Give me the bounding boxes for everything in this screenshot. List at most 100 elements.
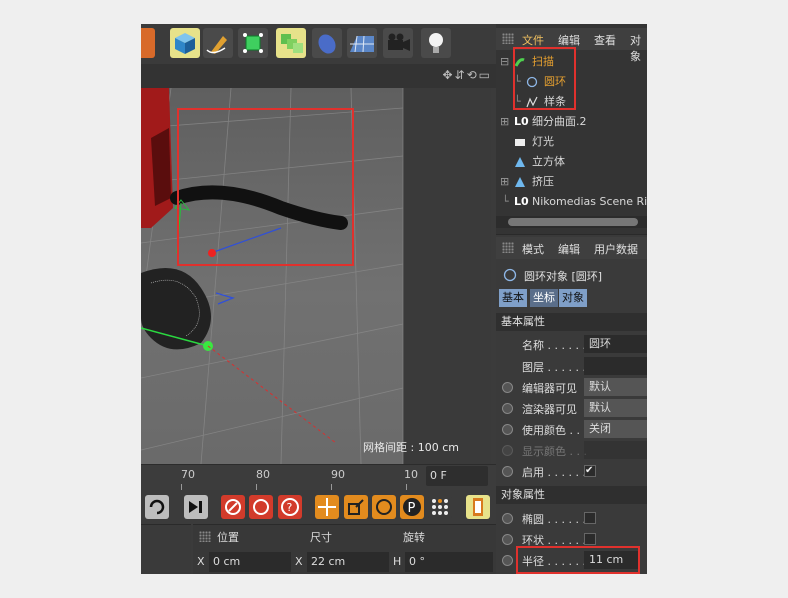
tab-coord[interactable]: 坐标: [530, 289, 558, 307]
cube-icon[interactable]: [170, 28, 200, 58]
parameter-key-icon[interactable]: P: [400, 495, 424, 519]
tree-line-icon: └: [514, 95, 521, 108]
enable-checkbox[interactable]: ✔: [584, 465, 596, 477]
menu-edit[interactable]: 编辑: [558, 241, 580, 257]
expand-icon[interactable]: ⊞: [500, 112, 509, 132]
prop-label: 渲染器可见: [522, 403, 577, 416]
object-row-sweep[interactable]: ⊟ 扫描: [496, 52, 647, 72]
object-label: 样条: [544, 95, 566, 108]
animate-radio[interactable]: [502, 382, 513, 393]
floor-icon[interactable]: [347, 28, 377, 58]
prop-label: 椭圆 . . . . . . .: [522, 513, 593, 526]
tab-basic[interactable]: 基本: [499, 289, 527, 307]
radius-field[interactable]: 11 cm: [584, 551, 639, 569]
viewport-nav-icons[interactable]: ✥⇵⟲▭: [442, 68, 492, 82]
object-label: 扫描: [532, 55, 554, 68]
animate-radio[interactable]: [502, 534, 513, 545]
subdivision-surface-icon[interactable]: [238, 28, 268, 58]
pen-spline-icon[interactable]: [203, 28, 233, 58]
light-icon[interactable]: [421, 28, 451, 58]
main-toolbar: [141, 24, 496, 64]
editor-visible-dropdown[interactable]: 默认: [584, 378, 647, 396]
prop-label: 启用 . . . . . . .: [522, 466, 593, 479]
pla-key-icon[interactable]: [428, 495, 452, 519]
section-object-properties: 对象属性: [496, 486, 647, 504]
object-row-extrude[interactable]: ⊞ 挤压: [496, 172, 647, 192]
animate-radio[interactable]: [502, 513, 513, 524]
array-icon[interactable]: [276, 28, 306, 58]
position-header: 位置: [217, 531, 239, 544]
grip-icon: [502, 33, 514, 44]
ellipse-checkbox[interactable]: [584, 512, 596, 524]
move-key-icon[interactable]: [315, 495, 339, 519]
rotation-h-field[interactable]: 0 °: [405, 552, 493, 572]
animate-radio[interactable]: [502, 466, 513, 477]
attribute-manager-menu: 模式 编辑 用户数据: [496, 237, 647, 259]
animate-radio[interactable]: [502, 555, 513, 566]
tree-line-icon: └: [514, 75, 521, 88]
null-object-icon: L0: [514, 195, 529, 208]
tick-label: 90: [331, 468, 345, 481]
expand-icon[interactable]: ⊞: [500, 172, 509, 192]
render-settings-icon[interactable]: [141, 28, 155, 58]
grip-icon: [199, 531, 211, 542]
object-manager-scrollbar[interactable]: [496, 216, 647, 228]
prop-label: 图层 . . . . . . .: [522, 361, 593, 374]
render-visible-dropdown[interactable]: 默认: [584, 399, 647, 417]
position-x-field[interactable]: 0 cm: [209, 552, 291, 572]
autokey-icon[interactable]: [249, 495, 273, 519]
collapse-icon[interactable]: ⊟: [500, 52, 509, 72]
menu-mode[interactable]: 模式: [522, 241, 544, 257]
scroll-thumb[interactable]: [508, 218, 638, 226]
object-label: 圆环: [544, 75, 566, 88]
record-icon[interactable]: [221, 495, 245, 519]
prop-ring: 环状 . . . . . . .: [496, 529, 647, 550]
scale-key-icon[interactable]: [344, 495, 368, 519]
size-header: 尺寸: [310, 531, 332, 544]
light-object-icon: [515, 139, 525, 146]
prop-use-color: 使用颜色 . . . 关闭: [496, 419, 647, 440]
menu-edit[interactable]: 编辑: [558, 32, 580, 48]
object-row-scene-rig[interactable]: └ L0 Nikomedias Scene Rig: [496, 192, 647, 212]
section-basic-properties: 基本属性: [496, 313, 647, 331]
rotate-key-icon[interactable]: [372, 495, 396, 519]
object-label: 灯光: [532, 135, 554, 148]
keyframe-help-icon[interactable]: ?: [278, 495, 302, 519]
animate-radio[interactable]: [502, 424, 513, 435]
menu-file[interactable]: 文件: [522, 32, 544, 48]
ring-checkbox[interactable]: [584, 533, 596, 545]
loop-icon[interactable]: [145, 495, 169, 519]
object-row-spline[interactable]: └ 样条: [496, 92, 647, 112]
size-x-field[interactable]: 22 cm: [307, 552, 389, 572]
attribute-title: 圆环对象 [圆环]: [524, 270, 603, 283]
object-row-cube[interactable]: 立方体: [496, 152, 647, 172]
timeline-window-icon[interactable]: [466, 495, 490, 519]
grid-spacing-label: 网格间距 : 100 cm: [363, 441, 459, 454]
viewport-header: ✥⇵⟲▭: [141, 64, 496, 88]
goto-end-icon[interactable]: [184, 495, 208, 519]
scene-render: [141, 88, 491, 464]
cube-object-icon: [515, 157, 525, 167]
object-row-subdivision[interactable]: ⊞ L0 细分曲面.2: [496, 112, 647, 132]
layer-field[interactable]: [584, 357, 647, 375]
camera-icon[interactable]: [383, 28, 413, 58]
menu-user-data[interactable]: 用户数据: [594, 241, 638, 257]
object-row-circle[interactable]: └ 圆环: [496, 72, 647, 92]
prop-label: 编辑器可见: [522, 382, 577, 395]
rotation-header: 旋转: [403, 531, 425, 544]
3d-viewport[interactable]: 网格间距 : 100 cm: [141, 88, 491, 464]
use-color-dropdown[interactable]: 关闭: [584, 420, 647, 438]
menu-view[interactable]: 查看: [594, 32, 616, 48]
prop-name: 名称 . . . . . . . 圆环: [496, 334, 647, 355]
deformer-icon[interactable]: [312, 28, 342, 58]
tree-line-icon: └: [502, 195, 509, 208]
animate-radio[interactable]: [502, 403, 513, 414]
current-frame-field[interactable]: 0 F: [426, 466, 488, 486]
tab-object[interactable]: 对象: [559, 289, 587, 307]
name-field[interactable]: 圆环: [584, 335, 647, 353]
object-row-light[interactable]: 灯光: [496, 132, 647, 152]
prop-label: 显示颜色 . . .: [522, 445, 587, 458]
object-label: 立方体: [532, 155, 565, 168]
object-manager: 文件 编辑 查看 对象 ⊟ 扫描 └ 圆环 └ 样条 ⊞ L0 细分曲面.2 灯…: [496, 24, 647, 234]
svg-text:?: ?: [287, 501, 293, 514]
